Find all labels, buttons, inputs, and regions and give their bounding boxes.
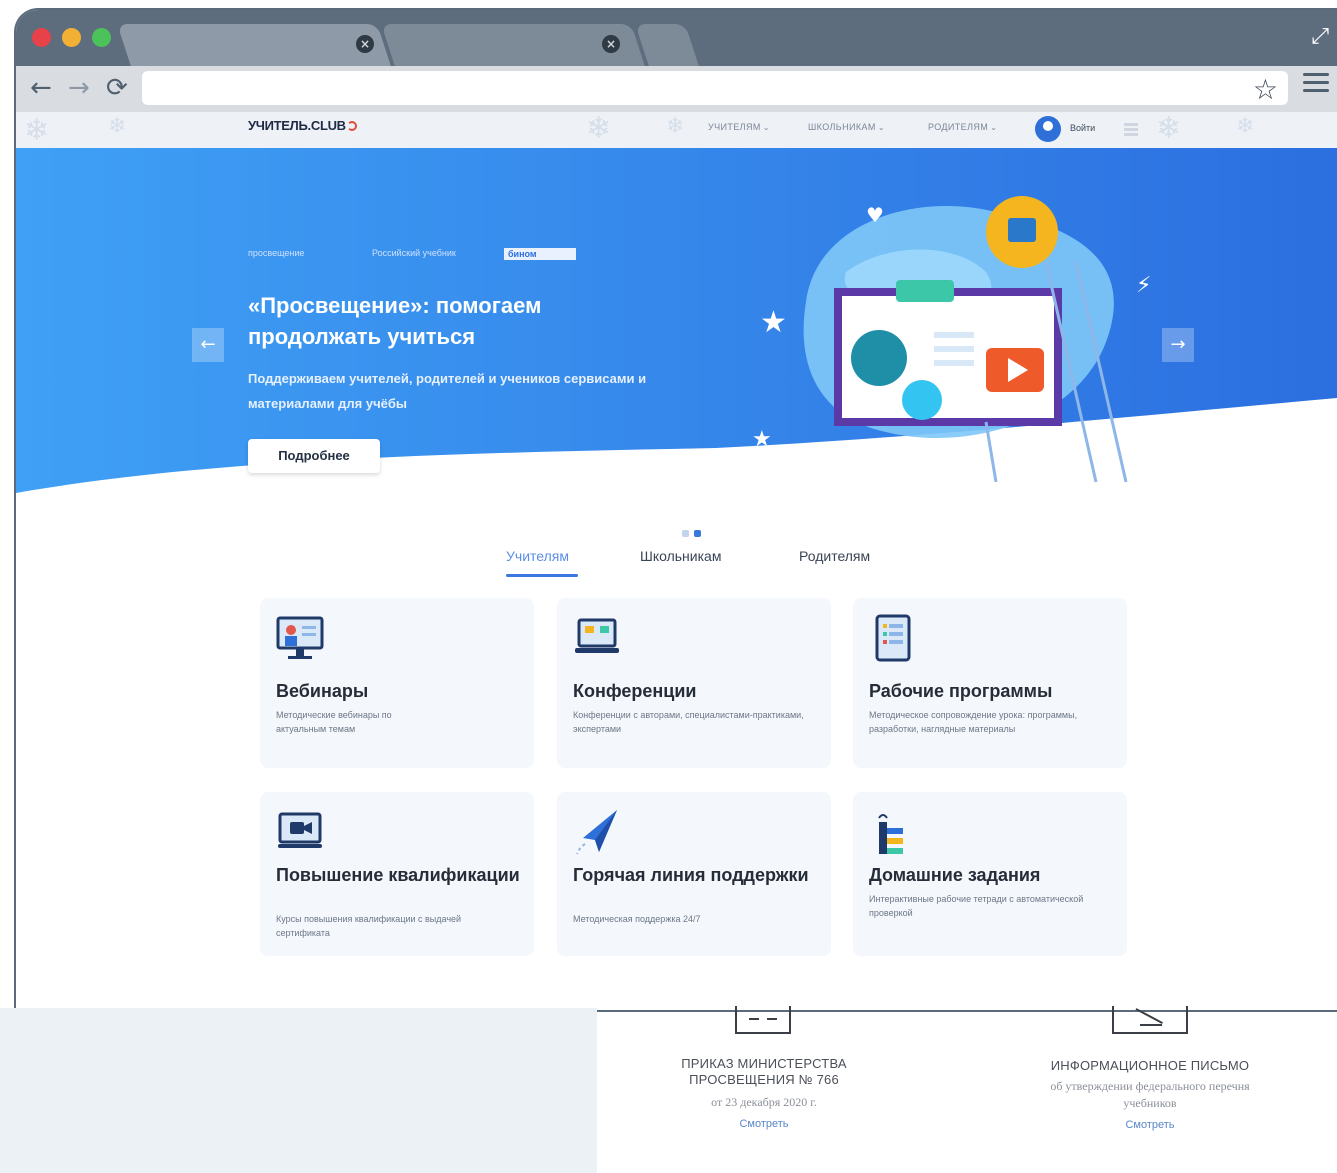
bottom-panel xyxy=(0,1008,597,1173)
bookmark-star-icon[interactable]: ☆ xyxy=(1253,73,1278,106)
nav-item-parents[interactable]: РОДИТЕЛЯМ ⌄ xyxy=(928,122,997,132)
card-conferences[interactable]: Конференции Конференции с авторами, спец… xyxy=(557,598,831,768)
card-description: Методическая поддержка 24/7 xyxy=(573,914,701,924)
video-camera-icon xyxy=(278,812,322,848)
forward-button[interactable]: → xyxy=(68,72,90,104)
carousel-dot-active[interactable] xyxy=(694,530,701,537)
card-hotline[interactable]: Горячая линия поддержки Методическая под… xyxy=(557,792,831,956)
hero-illustration: ★ ★ ♥ ⚡ xyxy=(752,196,1151,482)
tab-close-icon[interactable]: × xyxy=(602,35,620,53)
tab-teachers[interactable]: Учителям xyxy=(506,548,569,564)
laptop-icon xyxy=(575,618,619,653)
logo-mark-icon xyxy=(346,121,357,131)
card-qualification[interactable]: Повышение квалификации Курсы повышения к… xyxy=(260,792,534,956)
view-document-link[interactable]: Смотреть xyxy=(664,1118,864,1130)
browser-tab-1[interactable] xyxy=(117,24,391,66)
card-description: Конференции с авторами, специалистами-пр… xyxy=(573,710,804,734)
card-homework[interactable]: Домашние задания Интерактивные рабочие т… xyxy=(853,792,1127,956)
chevron-down-icon: ⌄ xyxy=(877,123,885,132)
nav-item-students[interactable]: ШКОЛЬНИКАМ ⌄ xyxy=(808,122,885,132)
minimize-window-button[interactable] xyxy=(62,28,81,47)
tab-parents[interactable]: Родителям xyxy=(799,548,870,564)
webinar-icon xyxy=(276,616,324,659)
snowflake-icon: ❄ xyxy=(666,114,685,139)
hero-banner: ★ ★ ♥ ⚡ просвещение Российский учебник б… xyxy=(16,148,1337,537)
close-window-button[interactable] xyxy=(32,28,51,47)
chevron-down-icon: ⌄ xyxy=(762,123,770,132)
card-title: Горячая линия поддержки xyxy=(573,865,809,885)
snowflake-icon: ❄ xyxy=(108,114,127,139)
snowflake-icon: ❄ xyxy=(1156,112,1182,146)
browser-window: × × ⤢ ← → ⟳ ☆ ❄ ❄ ❄ ❄ ❄ ❄ УЧИТЕЛЬ.CLUB У… xyxy=(16,10,1337,1010)
logo-suffix: CLUB xyxy=(310,118,346,133)
logo-text: УЧИТЕЛЬ. xyxy=(248,118,311,133)
nav-item-teachers[interactable]: УЧИТЕЛЯМ ⌄ xyxy=(708,122,770,132)
snowflake-icon: ❄ xyxy=(24,113,50,148)
address-bar[interactable]: ☆ xyxy=(142,71,1288,106)
card-title: Домашние задания xyxy=(869,865,1041,885)
page-viewport: ❄ ❄ ❄ ❄ ❄ ❄ УЧИТЕЛЬ.CLUB УЧИТЕЛЯМ ⌄ ШКОЛЬ… xyxy=(16,112,1337,1010)
hero-details-button[interactable]: Подробнее xyxy=(248,439,380,473)
new-tab-button[interactable] xyxy=(635,24,699,66)
partner-logo-prosveshchenie: просвещение xyxy=(248,248,305,258)
tab-students[interactable]: Школьникам xyxy=(640,548,721,564)
card-title: Рабочие программы xyxy=(869,681,1053,701)
browser-toolbar: ← → ⟳ ☆ xyxy=(16,66,1337,112)
tablet-icon xyxy=(875,614,911,662)
fullscreen-icon[interactable]: ⤢ xyxy=(1311,24,1329,49)
apps-grid-icon[interactable] xyxy=(1124,122,1138,136)
card-webinars[interactable]: Вебинары Методические вебинары по актуал… xyxy=(260,598,534,768)
paper-plane-icon xyxy=(576,810,617,855)
back-button[interactable]: ← xyxy=(30,72,52,104)
partner-logo-rossiysky-uchebnik: Российский учебник xyxy=(372,248,456,258)
svg-text:⚡: ⚡ xyxy=(1136,273,1151,298)
card-title: Конференции xyxy=(573,681,697,701)
card-work-programs[interactable]: Рабочие программы Методическое сопровожд… xyxy=(853,598,1127,768)
card-description: Курсы повышения квалификации с выдачей с… xyxy=(276,914,462,938)
nav-label: ШКОЛЬНИКАМ xyxy=(808,122,876,132)
user-avatar-icon[interactable] xyxy=(1035,116,1061,142)
browser-titlebar: × × ⤢ xyxy=(16,10,1337,66)
login-link[interactable]: Войти xyxy=(1070,123,1095,133)
carousel-dots xyxy=(682,522,706,541)
document-date: от 23 декабря 2020 г. xyxy=(711,1095,817,1109)
document-title: ИНФОРМАЦИОННОЕ ПИСЬМО xyxy=(1050,1058,1250,1073)
site-logo[interactable]: УЧИТЕЛЬ.CLUB xyxy=(248,118,357,133)
carousel-next-button[interactable]: → xyxy=(1162,328,1194,362)
homework-icon xyxy=(878,814,903,854)
hero-subtitle: Поддерживаем учителей, родителей и учени… xyxy=(248,371,647,411)
svg-text:♥: ♥ xyxy=(866,203,884,227)
audience-tabs: Учителям Школьникам Родителям xyxy=(506,548,886,578)
tab-close-icon[interactable]: × xyxy=(356,35,374,53)
document-description: об утверждении федерального перечня учеб… xyxy=(1050,1079,1250,1110)
partner-logo-binom: бином xyxy=(504,248,576,260)
card-description: Методическое сопровождение урока: програ… xyxy=(869,710,1078,734)
chevron-down-icon: ⌄ xyxy=(990,123,998,132)
card-description: Интерактивные рабочие тетради с автомати… xyxy=(869,894,1084,918)
site-header: ❄ ❄ ❄ ❄ ❄ ❄ УЧИТЕЛЬ.CLUB УЧИТЕЛЯМ ⌄ ШКОЛЬ… xyxy=(16,112,1337,148)
nav-label: РОДИТЕЛЯМ xyxy=(928,122,989,132)
maximize-window-button[interactable] xyxy=(92,28,111,47)
browser-menu-icon[interactable] xyxy=(1303,73,1329,95)
svg-text:★: ★ xyxy=(760,305,787,340)
nav-label: УЧИТЕЛЯМ xyxy=(708,122,761,132)
hero-title: «Просвещение»: помогаем продолжать учить… xyxy=(248,293,542,349)
snowflake-icon: ❄ xyxy=(586,112,612,146)
carousel-prev-button[interactable]: ← xyxy=(192,328,224,362)
snowflake-icon: ❄ xyxy=(1236,114,1255,139)
envelope-icon xyxy=(1112,1006,1188,1034)
active-tab-indicator xyxy=(506,574,578,577)
card-title: Повышение квалификации xyxy=(276,865,520,885)
document-title: ПРИКАЗ МИНИСТЕРСТВА ПРОСВЕЩЕНИЯ № 766 xyxy=(681,1056,847,1087)
reload-button[interactable]: ⟳ xyxy=(106,72,128,104)
svg-text:★: ★ xyxy=(752,427,772,452)
card-description: Методические вебинары по актуальным тема… xyxy=(276,710,392,734)
document-icon xyxy=(735,1006,791,1034)
carousel-dot[interactable] xyxy=(682,530,689,537)
view-document-link[interactable]: Смотреть xyxy=(1050,1119,1250,1131)
card-title: Вебинары xyxy=(276,681,369,701)
